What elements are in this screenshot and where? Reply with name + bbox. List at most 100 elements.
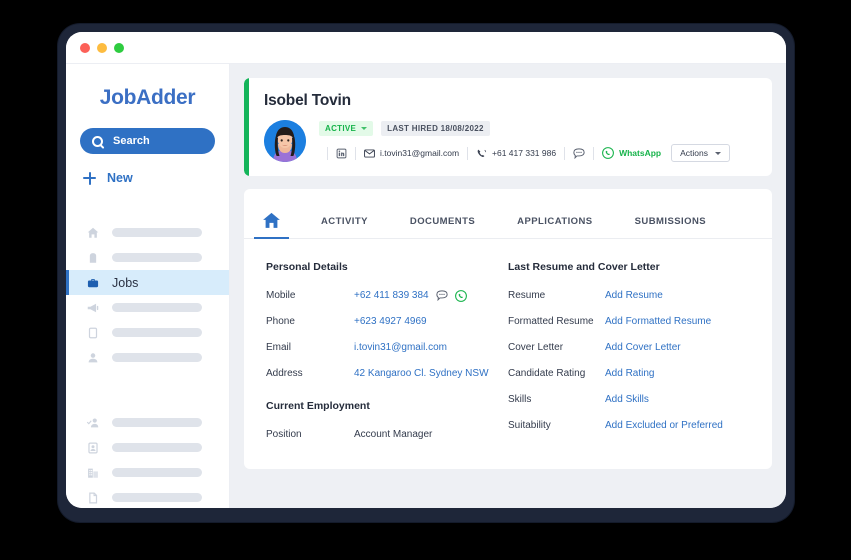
new-button[interactable]: New xyxy=(80,166,215,190)
megaphone-icon xyxy=(87,303,99,312)
chevron-down-icon xyxy=(715,151,721,155)
sidebar-item-placeholder xyxy=(112,303,202,312)
briefcase-icon xyxy=(87,278,99,287)
field-value-mobile[interactable]: +62 411 839 384 xyxy=(354,289,467,302)
tab-applications[interactable]: APPLICATIONS xyxy=(517,216,592,238)
search-icon xyxy=(92,135,103,147)
status-badge-label: ACTIVE xyxy=(325,124,357,133)
field-row-mobile: Mobile +62 411 839 384 xyxy=(266,287,508,304)
add-cover-letter-link[interactable]: Add Cover Letter xyxy=(605,342,681,353)
linkedin-icon[interactable] xyxy=(336,148,347,159)
sidebar-item-companies[interactable] xyxy=(66,460,229,485)
whatsapp-icon[interactable] xyxy=(454,289,467,302)
resume-panel: Last Resume and Cover Letter Resume Add … xyxy=(508,261,750,452)
sidebar-item-approvals[interactable] xyxy=(66,410,229,435)
add-rating-link[interactable]: Add Rating xyxy=(605,368,654,379)
field-row-resume: Resume Add Resume xyxy=(508,287,750,304)
resume-panel-title: Last Resume and Cover Letter xyxy=(508,261,660,273)
sidebar-item-placeholder xyxy=(112,328,202,337)
envelope-icon xyxy=(364,148,375,158)
field-row-cover-letter: Cover Letter Add Cover Letter xyxy=(508,339,750,356)
sidebar-item-placeholder xyxy=(112,443,202,452)
note-icon xyxy=(88,327,98,338)
device-frame: JobAdder Search New Jobs Isobel Tovin AC… xyxy=(58,24,794,522)
building-icon xyxy=(88,468,98,478)
new-button-label: New xyxy=(107,171,133,185)
sidebar-item-jobs[interactable]: Jobs xyxy=(66,270,229,295)
field-row-email: Email i.tovin31@gmail.com xyxy=(266,339,508,356)
close-window-button[interactable] xyxy=(80,42,90,53)
last-hired-badge: LAST HIRED 18/08/2022 xyxy=(381,121,490,136)
sidebar-item-placements[interactable] xyxy=(66,245,229,270)
whatsapp-icon xyxy=(602,147,615,159)
bag-icon xyxy=(89,252,97,263)
field-value-email[interactable]: i.tovin31@gmail.com xyxy=(354,342,447,353)
field-label: Email xyxy=(266,342,292,353)
field-label: Resume xyxy=(508,290,546,301)
whatsapp-contact[interactable]: WhatsApp xyxy=(602,147,661,159)
add-skills-link[interactable]: Add Skills xyxy=(605,394,649,405)
field-row-candidate-rating: Candidate Rating Add Rating xyxy=(508,365,750,382)
home-icon xyxy=(87,227,99,238)
phone-contact[interactable]: +61 417 331 986 xyxy=(476,148,556,159)
field-value-address[interactable]: 42 Kangaroo Cl. Sydney NSW xyxy=(354,368,489,379)
sidebar-item-reports[interactable] xyxy=(66,485,229,508)
field-value-phone[interactable]: +623 4927 4969 xyxy=(354,316,427,327)
field-value-position: Account Manager xyxy=(354,429,433,440)
sms-icon[interactable] xyxy=(435,290,448,301)
window-titlebar xyxy=(66,32,786,64)
mobile-number: +62 411 839 384 xyxy=(354,290,429,301)
tab-activity[interactable]: ACTIVITY xyxy=(321,216,368,238)
chevron-down-icon xyxy=(361,127,368,130)
divider xyxy=(564,146,566,160)
maximize-window-button[interactable] xyxy=(114,42,124,53)
search-button-label: Search xyxy=(113,135,150,147)
avatar[interactable] xyxy=(264,120,306,162)
divider xyxy=(593,146,595,160)
email-contact[interactable]: i.tovin31@gmail.com xyxy=(364,148,459,158)
add-formatted-resume-link[interactable]: Add Formatted Resume xyxy=(605,316,711,327)
profile-header-card: Isobel Tovin ACTIVE LAST HIRED 18/08/202… xyxy=(244,78,772,176)
actions-label: Actions xyxy=(680,148,708,158)
minimize-window-button[interactable] xyxy=(97,42,107,53)
field-label: Candidate Rating xyxy=(508,368,586,379)
phone-value: +61 417 331 986 xyxy=(492,148,557,158)
contact-card-icon xyxy=(88,441,98,454)
status-badge[interactable]: ACTIVE xyxy=(319,121,374,136)
app-body: JobAdder Search New Jobs Isobel Tovin AC… xyxy=(66,64,786,508)
document-icon xyxy=(89,491,98,504)
personal-details-title: Personal Details xyxy=(266,261,348,273)
add-resume-link[interactable]: Add Resume xyxy=(605,290,663,301)
sidebar-item-placeholder xyxy=(112,228,202,237)
whatsapp-label: WhatsApp xyxy=(619,148,662,158)
tab-documents[interactable]: DOCUMENTS xyxy=(410,216,475,238)
field-row-formatted-resume: Formatted Resume Add Formatted Resume xyxy=(508,313,750,330)
search-button[interactable]: Search xyxy=(80,128,215,154)
tab-submissions[interactable]: SUBMISSIONS xyxy=(635,216,706,238)
sidebar-item-placeholder xyxy=(112,468,202,477)
field-label: Phone xyxy=(266,316,295,327)
field-row-position: Position Account Manager xyxy=(266,426,508,443)
detail-card: ACTIVITY DOCUMENTS APPLICATIONS SUBMISSI… xyxy=(244,189,772,469)
personal-details-panel: Personal Details Mobile +62 411 839 384 xyxy=(266,261,508,452)
sidebar-item-candidates[interactable] xyxy=(66,345,229,370)
sidebar-item-jobs-label: Jobs xyxy=(112,275,139,290)
sms-icon[interactable] xyxy=(573,147,585,159)
add-suitability-link[interactable]: Add Excluded or Preferred xyxy=(605,420,723,431)
status-accent-bar xyxy=(244,78,249,176)
main-content: Isobel Tovin ACTIVE LAST HIRED 18/08/202… xyxy=(230,64,786,508)
field-row-phone: Phone +623 4927 4969 xyxy=(266,313,508,330)
actions-dropdown-button[interactable]: Actions xyxy=(671,144,730,162)
field-label: Cover Letter xyxy=(508,342,564,353)
sidebar-item-campaigns[interactable] xyxy=(66,295,229,320)
sidebar-item-notes[interactable] xyxy=(66,320,229,345)
sidebar-item-placeholder xyxy=(112,353,202,362)
sidebar-nav-group-primary: Jobs xyxy=(66,220,229,370)
sidebar-item-contacts[interactable] xyxy=(66,435,229,460)
person-icon xyxy=(88,352,98,362)
tab-bar: ACTIVITY DOCUMENTS APPLICATIONS SUBMISSI… xyxy=(244,189,772,239)
field-row-address: Address 42 Kangaroo Cl. Sydney NSW xyxy=(266,365,508,382)
tab-home[interactable] xyxy=(254,212,289,239)
sidebar-item-dashboard[interactable] xyxy=(66,220,229,245)
home-icon xyxy=(263,212,280,228)
